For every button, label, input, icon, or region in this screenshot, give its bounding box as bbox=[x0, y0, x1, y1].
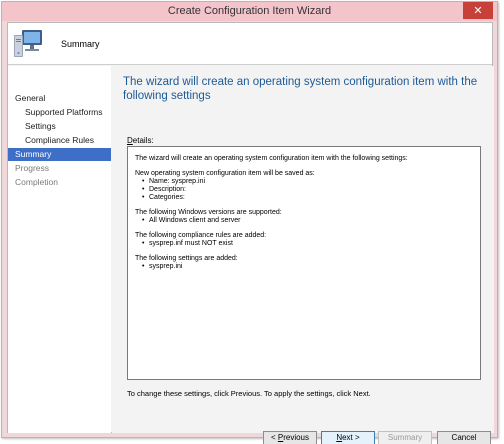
details-textbox[interactable]: The wizard will create an operating syst… bbox=[127, 146, 481, 380]
nav-item-completion: Completion bbox=[15, 177, 58, 187]
nav-item-general[interactable]: General bbox=[8, 92, 111, 105]
details-label-text: etails: bbox=[132, 136, 154, 145]
details-settings-item: sysprep.ini bbox=[142, 263, 473, 271]
wizard-window: Create Configuration Item Wizard ✕ Summa… bbox=[1, 1, 498, 444]
nav-item-supported-platforms[interactable]: Supported Platforms bbox=[8, 106, 111, 119]
details-settings-heading: The following settings are added: bbox=[135, 255, 238, 262]
nav-item-summary[interactable]: Summary bbox=[8, 148, 111, 161]
details-rules-item: sysprep.inf must NOT exist bbox=[142, 240, 473, 248]
cancel-button[interactable]: Cancel bbox=[437, 431, 491, 444]
nav-item-progress: Progress bbox=[15, 163, 50, 173]
details-settings-list: sysprep.ini bbox=[142, 263, 473, 271]
next-button-label: ext > bbox=[342, 433, 360, 442]
nav-item-compliance-rules[interactable]: Compliance Rules bbox=[8, 134, 111, 147]
wizard-client-area: Summary General Supported Platforms Sett… bbox=[7, 22, 494, 444]
details-label: Details: bbox=[127, 136, 154, 145]
details-name: Name: sysprep.ini bbox=[142, 178, 473, 186]
details-categories: Categories: bbox=[142, 194, 473, 202]
wizard-header: Summary bbox=[8, 23, 492, 65]
details-versions-list: All Windows client and server bbox=[142, 217, 473, 225]
details-saved-as: New operating system configuration item … bbox=[135, 170, 315, 177]
details-intro: The wizard will create an operating syst… bbox=[135, 155, 408, 162]
title-bar[interactable]: Create Configuration Item Wizard ✕ bbox=[2, 2, 497, 21]
computer-icon bbox=[14, 30, 42, 57]
details-versions-item: All Windows client and server bbox=[142, 217, 473, 225]
summary-button: Summary bbox=[378, 431, 432, 444]
details-item-list: Name: sysprep.ini Description: Categorie… bbox=[142, 178, 473, 202]
details-rules-list: sysprep.inf must NOT exist bbox=[142, 240, 473, 248]
previous-button[interactable]: < Previous bbox=[263, 431, 317, 444]
close-button[interactable]: ✕ bbox=[463, 2, 493, 19]
wizard-nav: General Supported Platforms Settings Com… bbox=[8, 66, 111, 433]
previous-button-label: revious bbox=[283, 433, 310, 442]
previous-button-prefix: < bbox=[270, 433, 278, 442]
wizard-content: The wizard will create an operating syst… bbox=[112, 66, 494, 444]
page-title: Summary bbox=[61, 39, 100, 49]
details-rules-heading: The following compliance rules are added… bbox=[135, 232, 267, 239]
instruction-text: To change these settings, click Previous… bbox=[127, 389, 371, 398]
next-button[interactable]: Next > bbox=[321, 431, 375, 444]
details-versions-heading: The following Windows versions are suppo… bbox=[135, 209, 282, 216]
window-title: Create Configuration Item Wizard bbox=[167, 5, 332, 17]
content-heading: The wizard will create an operating syst… bbox=[123, 76, 478, 102]
details-description: Description: bbox=[142, 186, 473, 194]
nav-item-settings[interactable]: Settings bbox=[8, 120, 111, 133]
